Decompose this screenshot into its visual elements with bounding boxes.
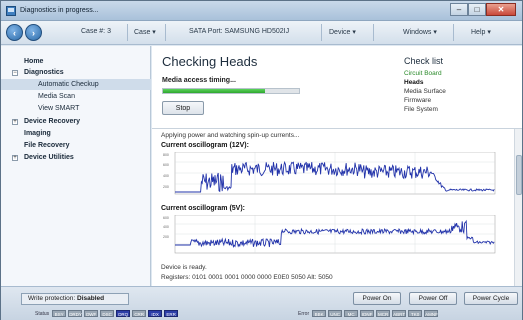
windows-menu[interactable]: Windows ▾: [403, 28, 437, 36]
case-number-label: Case #: 3: [81, 28, 111, 35]
window-title: Diagnostics in progress...: [20, 7, 99, 14]
back-button[interactable]: ‹: [6, 24, 23, 41]
checklist-item: Heads: [404, 79, 424, 86]
register-indicator: ERR: [164, 310, 179, 317]
checklist: Check list Circuit Board Heads Media Sur…: [404, 56, 514, 114]
forward-button[interactable]: ›: [25, 24, 42, 41]
sidebar: Home − Diagnostics Automatic Checkup Med…: [1, 46, 151, 286]
write-protection-value: Disabled: [77, 295, 105, 302]
sidebar-item-file-recovery[interactable]: File Recovery: [1, 140, 151, 151]
minimize-button[interactable]: –: [450, 3, 468, 16]
page-title: Checking Heads: [162, 54, 258, 69]
toolbar-separator: [373, 24, 374, 41]
registers-line: Registers: 0101 0001 0001 0000 0000 E0E0…: [161, 274, 333, 281]
register-indicator: AMNF: [424, 310, 439, 317]
register-indicator: UNC: [328, 310, 343, 317]
toolbar-separator: [453, 24, 454, 41]
main-panel: Checking Heads Media access timing... St…: [152, 46, 522, 286]
oscillogram-5v: 600 400 200: [161, 215, 506, 261]
status-register-row: Status BSY DRDY DWF DSC DRQ CRR IDX ERR: [35, 310, 180, 317]
app-icon: [6, 6, 16, 16]
status-register-label: Status: [35, 310, 50, 317]
progress-fill: [163, 89, 265, 93]
register-indicator: ABRT: [392, 310, 407, 317]
register-indicator: IDNF: [360, 310, 375, 317]
sidebar-item-automatic-checkup[interactable]: Automatic Checkup: [1, 79, 151, 90]
svg-text:400: 400: [163, 174, 169, 178]
register-indicator: IDX: [148, 310, 163, 317]
checklist-item: Circuit Board: [404, 70, 442, 77]
sidebar-item-device-recovery[interactable]: Device Recovery: [24, 116, 144, 127]
svg-text:600: 600: [163, 216, 169, 220]
toolbar-separator: [165, 24, 166, 41]
svg-text:400: 400: [163, 225, 169, 229]
write-protection-status: Write protection: Disabled: [21, 293, 129, 305]
sata-port-label: SATA Port: SAMSUNG HD502IJ: [189, 28, 290, 35]
svg-text:800: 800: [163, 153, 169, 157]
oscillogram-12v: 800 600 400 200: [161, 152, 506, 202]
expand-icon[interactable]: +: [12, 155, 18, 161]
register-indicator: MC: [344, 310, 359, 317]
register-indicator: DWF: [84, 310, 99, 317]
log-scrollbar[interactable]: [514, 129, 522, 286]
register-indicator: CRR: [132, 310, 147, 317]
error-register-label: Error: [298, 310, 310, 317]
svg-text:600: 600: [163, 163, 169, 167]
sidebar-item-diagnostics[interactable]: Diagnostics: [24, 67, 144, 78]
app-window: Diagnostics in progress... – □ ✕ ‹ › Cas…: [0, 0, 523, 320]
write-protection-label: Write protection:: [28, 295, 76, 302]
title-bar: Diagnostics in progress... – □ ✕: [1, 1, 522, 21]
register-indicator: DSC: [100, 310, 115, 317]
register-indicator: DRDY: [68, 310, 83, 317]
expand-icon[interactable]: +: [12, 119, 18, 125]
checklist-item: Firmware: [404, 97, 432, 104]
collapse-icon[interactable]: −: [12, 70, 18, 76]
checklist-item: Media Surface: [404, 88, 446, 95]
power-on-button[interactable]: Power On: [353, 292, 401, 305]
log-line: Applying power and watching spin-up curr…: [161, 132, 300, 139]
register-indicator: TK0: [408, 310, 423, 317]
sidebar-item-imaging[interactable]: Imaging: [1, 128, 151, 139]
scrollbar-thumb[interactable]: [516, 155, 522, 195]
sidebar-item-device-utilities[interactable]: Device Utilities: [24, 152, 144, 163]
register-indicator: BBK: [312, 310, 327, 317]
device-menu[interactable]: Device ▾: [329, 28, 356, 36]
toolbar: ‹ › Case #: 3 Case ▾ SATA Port: SAMSUNG …: [1, 21, 522, 45]
svg-text:200: 200: [163, 185, 169, 189]
checklist-title: Check list: [404, 56, 444, 66]
log-panel[interactable]: Applying power and watching spin-up curr…: [152, 128, 522, 286]
log-line: Device is ready.: [161, 264, 207, 271]
sidebar-group-diagnostics: − Diagnostics: [1, 67, 151, 78]
sidebar-item-media-scan[interactable]: Media Scan: [1, 91, 151, 102]
checklist-item: File System: [404, 106, 438, 113]
maximize-button[interactable]: □: [468, 3, 486, 16]
case-menu[interactable]: Case ▾: [134, 28, 156, 36]
oscillogram-5v-title: Current oscillogram (5V):: [161, 205, 246, 212]
power-off-button[interactable]: Power Off: [409, 292, 457, 305]
toolbar-separator: [127, 24, 128, 41]
help-menu[interactable]: Help ▾: [471, 28, 491, 36]
bottom-bar: Write protection: Disabled Power On Powe…: [1, 286, 522, 320]
sidebar-item-view-smart[interactable]: View SMART: [1, 103, 151, 114]
power-cycle-button[interactable]: Power Cycle: [464, 292, 518, 305]
oscillogram-12v-title: Current oscillogram (12V):: [161, 142, 249, 149]
progress-bar: [162, 88, 300, 94]
register-indicator: BSY: [52, 310, 67, 317]
sidebar-group-device-recovery: + Device Recovery: [1, 116, 151, 127]
register-indicator: DRQ: [116, 310, 131, 317]
register-indicator: MCR: [376, 310, 391, 317]
status-text: Media access timing...: [162, 77, 236, 84]
svg-text:200: 200: [163, 235, 169, 239]
stop-button[interactable]: Stop: [162, 101, 204, 115]
close-button[interactable]: ✕: [486, 3, 516, 16]
toolbar-separator: [321, 24, 322, 41]
sidebar-group-device-utilities: + Device Utilities: [1, 152, 151, 163]
error-register-row: Error BBK UNC MC IDNF MCR ABRT TK0 AMNF: [298, 310, 440, 317]
sidebar-item-home[interactable]: Home: [1, 56, 151, 67]
window-controls: – □ ✕: [450, 3, 516, 17]
